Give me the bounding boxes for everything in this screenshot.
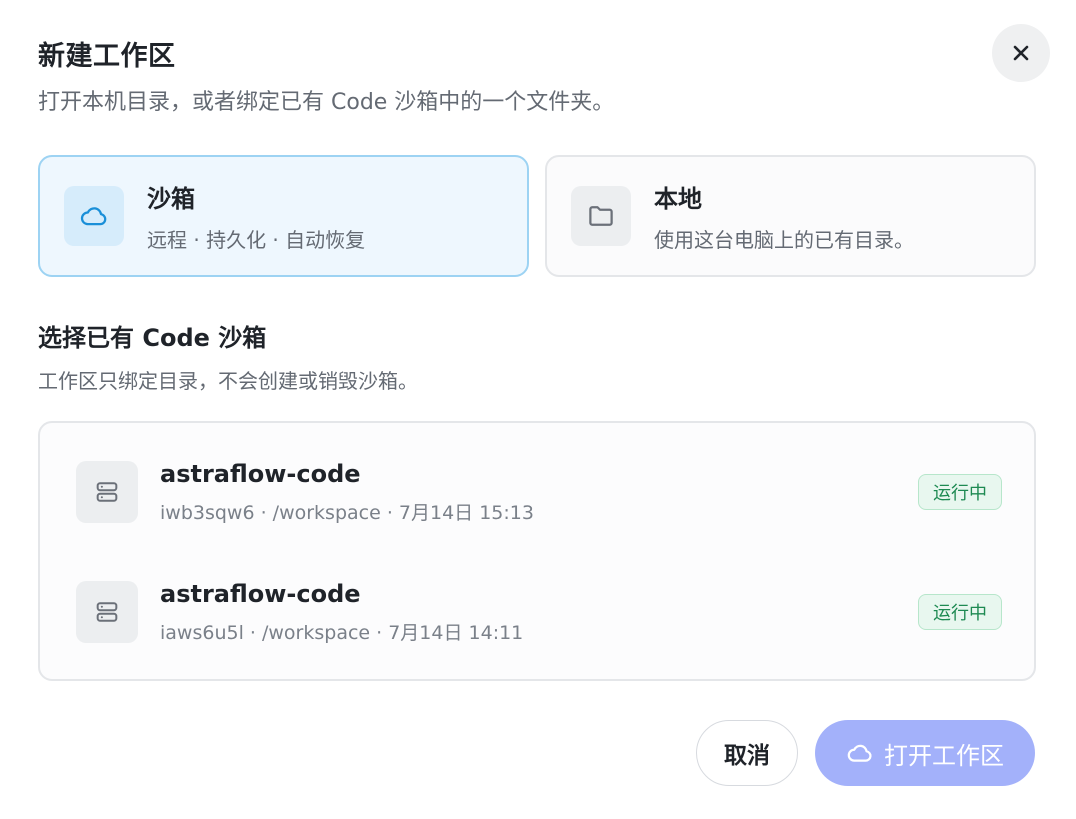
open-workspace-button[interactable]: 打开工作区: [815, 720, 1035, 786]
new-workspace-dialog: 新建工作区 打开本机目录，或者绑定已有 Code 沙箱中的一个文件夹。 沙箱 远…: [0, 0, 1076, 819]
mode-icon-box: [64, 186, 124, 246]
cloud-icon: [846, 739, 874, 767]
status-badge: 运行中: [918, 594, 1002, 630]
mode-card-sandbox[interactable]: 沙箱 远程 · 持久化 · 自动恢复: [38, 155, 529, 277]
sandbox-name: astraflow-code: [160, 579, 361, 608]
sandbox-meta: iaws6u5l · /workspace · 7月14日 14:11: [160, 621, 524, 644]
sandbox-name: astraflow-code: [160, 459, 361, 488]
dialog-title: 新建工作区: [38, 41, 176, 72]
status-badge: 运行中: [918, 474, 1002, 510]
folder-icon: [589, 206, 613, 226]
dialog-subtitle: 打开本机目录，或者绑定已有 Code 沙箱中的一个文件夹。: [38, 90, 615, 115]
server-icon: [96, 482, 118, 502]
close-icon: [1013, 45, 1029, 61]
list-item[interactable]: astraflow-code iwb3sqw6 · /workspace · 7…: [76, 459, 1002, 524]
mode-desc-local: 使用这台电脑上的已有目录。: [654, 228, 914, 252]
sandbox-meta: iwb3sqw6 · /workspace · 7月14日 15:13: [160, 501, 534, 524]
section-title: 选择已有 Code 沙箱: [38, 324, 267, 352]
row-icon-box: [76, 581, 138, 643]
mode-icon-box: [571, 186, 631, 246]
list-item[interactable]: astraflow-code iaws6u5l · /workspace · 7…: [76, 579, 1002, 644]
section-description: 工作区只绑定目录，不会创建或销毁沙箱。: [38, 369, 418, 393]
mode-title-sandbox: 沙箱: [147, 185, 195, 213]
cancel-button[interactable]: 取消: [696, 720, 798, 786]
mode-card-local[interactable]: 本地 使用这台电脑上的已有目录。: [545, 155, 1036, 277]
sandbox-list: astraflow-code iwb3sqw6 · /workspace · 7…: [38, 421, 1036, 681]
row-icon-box: [76, 461, 138, 523]
server-icon: [96, 602, 118, 622]
open-workspace-label: 打开工作区: [884, 741, 1004, 770]
close-button[interactable]: [992, 24, 1050, 82]
cloud-icon: [80, 207, 107, 226]
mode-desc-sandbox: 远程 · 持久化 · 自动恢复: [147, 228, 366, 252]
mode-title-local: 本地: [654, 185, 702, 213]
